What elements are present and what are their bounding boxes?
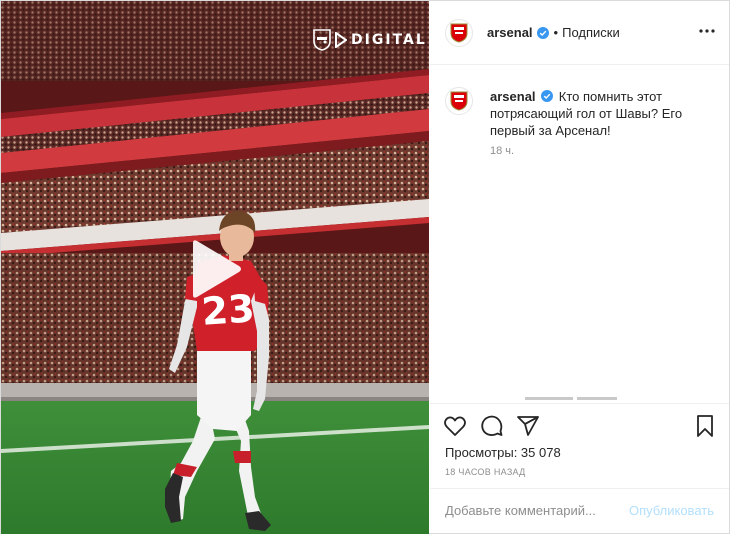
play-icon xyxy=(193,240,241,298)
arsenal-crest-icon xyxy=(450,91,468,111)
post-header: arsenal • Подписки xyxy=(430,1,729,65)
faded-comment-remnant xyxy=(525,395,645,400)
view-count[interactable]: Просмотры: 35 078 xyxy=(445,445,561,460)
arsenal-digital-watermark: DIGITAL xyxy=(313,28,427,52)
play-button[interactable] xyxy=(187,239,243,299)
publish-button[interactable]: Опубликовать xyxy=(629,503,714,518)
post-timestamp[interactable]: 18 ЧАСОВ НАЗАД xyxy=(445,467,526,477)
comment-input[interactable]: Добавьте комментарий... xyxy=(445,503,596,518)
arsenal-crest-icon xyxy=(450,23,468,43)
post-actions: Просмотры: 35 078 18 ЧАСОВ НАЗАД Добавьт… xyxy=(430,403,729,533)
paper-plane-icon xyxy=(517,416,539,436)
bookmark-icon xyxy=(697,415,713,437)
header-username[interactable]: arsenal xyxy=(487,25,533,40)
post-side-panel: arsenal • Подписки arsenal Кто помнить э… xyxy=(430,1,729,533)
share-button[interactable] xyxy=(516,414,540,438)
comment-bar: Добавьте комментарий... Опубликовать xyxy=(430,488,729,534)
comment-icon xyxy=(481,415,503,436)
avatar[interactable] xyxy=(445,18,473,47)
faded-text-shape xyxy=(525,397,617,400)
arsenal-crest-icon xyxy=(313,29,331,51)
more-horizontal-icon[interactable] xyxy=(699,23,715,39)
video-player[interactable]: 23 DIGITAL xyxy=(1,1,429,534)
save-button[interactable] xyxy=(693,414,717,438)
verified-badge-icon xyxy=(536,26,549,39)
caption-username[interactable]: arsenal xyxy=(490,89,536,104)
caption-text-block: arsenal Кто помнить этот потрясающий гол… xyxy=(490,88,710,139)
watermark-text: DIGITAL xyxy=(351,32,427,48)
caption-avatar[interactable] xyxy=(445,87,473,115)
caption-time[interactable]: 18 ч. xyxy=(490,145,514,157)
header-separator: • xyxy=(553,25,559,40)
heart-icon xyxy=(444,416,466,436)
play-triangle-icon xyxy=(335,32,347,48)
following-button[interactable]: Подписки xyxy=(562,25,620,40)
like-button[interactable] xyxy=(443,414,467,438)
comment-button[interactable] xyxy=(480,414,504,438)
verified-badge-icon xyxy=(541,90,554,102)
